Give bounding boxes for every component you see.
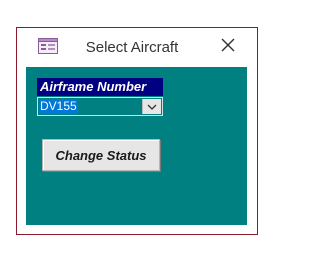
access-form-icon: [38, 38, 58, 54]
form-body: Airframe Number DV155 Change Status: [26, 67, 247, 225]
airframe-number-combobox[interactable]: DV155: [37, 97, 163, 116]
chevron-down-icon: [147, 104, 157, 110]
airframe-dropdown-button[interactable]: [142, 99, 161, 114]
select-aircraft-dialog: Select Aircraft Airframe Number DV155 Ch…: [16, 27, 258, 235]
airframe-number-label: Airframe Number: [37, 78, 163, 96]
close-icon: [221, 38, 235, 52]
window-title: Select Aircraft: [85, 39, 179, 56]
airframe-number-value[interactable]: DV155: [39, 99, 78, 114]
close-button[interactable]: [213, 32, 243, 58]
title-bar[interactable]: Select Aircraft: [17, 28, 257, 66]
change-status-button[interactable]: Change Status: [42, 139, 160, 171]
